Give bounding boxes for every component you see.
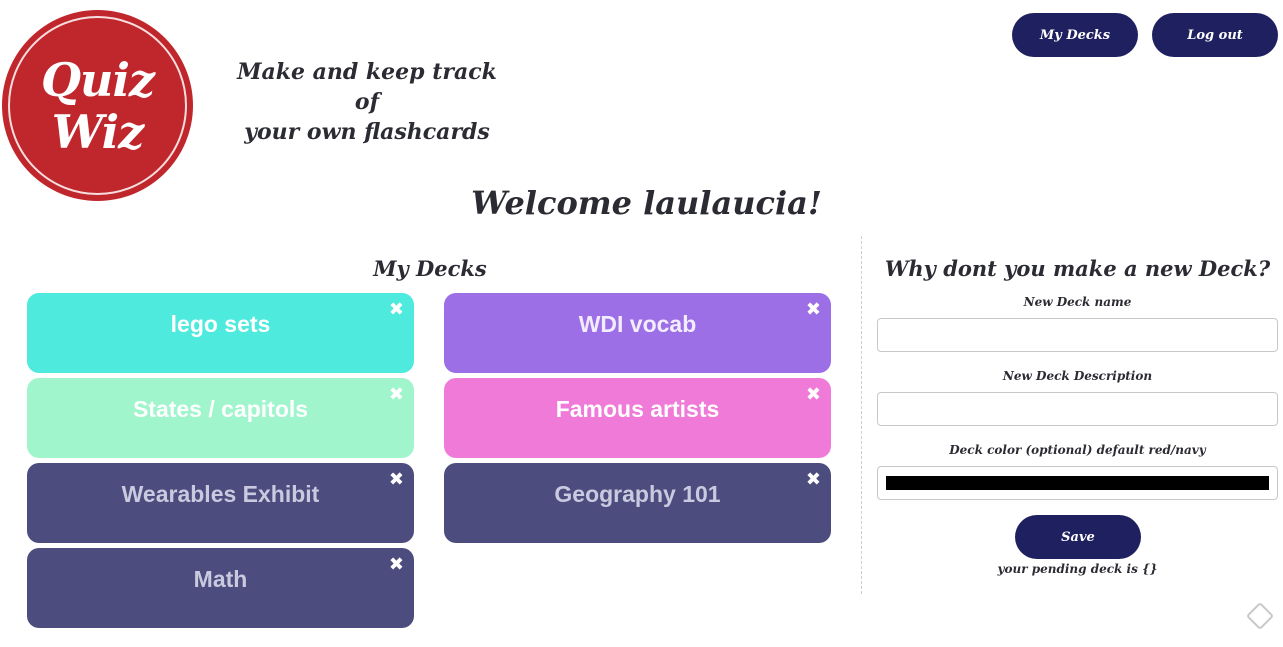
logo-line-2: Wiz — [51, 104, 144, 159]
pending-deck-text: your pending deck is {} — [997, 562, 1158, 576]
quizwiz-logo[interactable]: Quiz Wiz — [2, 10, 193, 201]
deck-name-label: New Deck name — [1023, 295, 1132, 309]
delete-deck-icon[interactable]: ✖ — [389, 469, 404, 491]
tagline-line-1: Make and keep track of — [237, 59, 497, 115]
feedback-icon[interactable] — [1245, 601, 1275, 631]
deck-name: Famous artists — [555, 396, 720, 422]
deck-card[interactable]: Math ✖ — [27, 548, 414, 628]
delete-deck-icon[interactable]: ✖ — [806, 469, 821, 491]
deck-card[interactable]: lego sets ✖ — [27, 293, 414, 373]
logo-text: Quiz Wiz — [40, 52, 155, 159]
delete-deck-icon[interactable]: ✖ — [389, 554, 404, 576]
delete-deck-icon[interactable]: ✖ — [806, 299, 821, 321]
tagline: Make and keep track of your own flashcar… — [236, 57, 498, 147]
color-swatch — [886, 476, 1269, 490]
my-decks-heading: My Decks — [373, 256, 487, 281]
deck-name-input[interactable] — [877, 318, 1278, 352]
deck-card[interactable]: Famous artists ✖ — [444, 378, 831, 458]
deck-card[interactable]: States / capitols ✖ — [27, 378, 414, 458]
logo-line-1: Quiz — [40, 52, 155, 107]
delete-deck-icon[interactable]: ✖ — [389, 299, 404, 321]
tagline-line-2: your own flashcards — [244, 119, 490, 145]
deck-card[interactable]: WDI vocab ✖ — [444, 293, 831, 373]
my-decks-nav-button[interactable]: My Decks — [1012, 13, 1138, 57]
new-deck-heading: Why dont you make a new Deck? — [884, 256, 1271, 281]
deck-name: Wearables Exhibit — [121, 481, 320, 507]
deck-name: States / capitols — [132, 396, 309, 422]
column-divider — [861, 236, 862, 594]
save-button[interactable]: Save — [1015, 515, 1141, 559]
delete-deck-icon[interactable]: ✖ — [806, 384, 821, 406]
deck-card[interactable]: Geography 101 ✖ — [444, 463, 831, 543]
delete-deck-icon[interactable]: ✖ — [389, 384, 404, 406]
deck-description-label: New Deck Description — [1002, 369, 1153, 383]
deck-card[interactable]: Wearables Exhibit ✖ — [27, 463, 414, 543]
log-out-button[interactable]: Log out — [1152, 13, 1278, 57]
deck-color-picker[interactable] — [877, 466, 1278, 500]
deck-color-label: Deck color (optional) default red/navy — [949, 443, 1206, 457]
deck-name: lego sets — [170, 311, 271, 337]
deck-name: Math — [193, 566, 248, 592]
deck-description-input[interactable] — [877, 392, 1278, 426]
deck-name: Geography 101 — [554, 481, 721, 507]
deck-name: WDI vocab — [578, 311, 697, 337]
welcome-heading: Welcome laulaucia! — [471, 184, 822, 222]
